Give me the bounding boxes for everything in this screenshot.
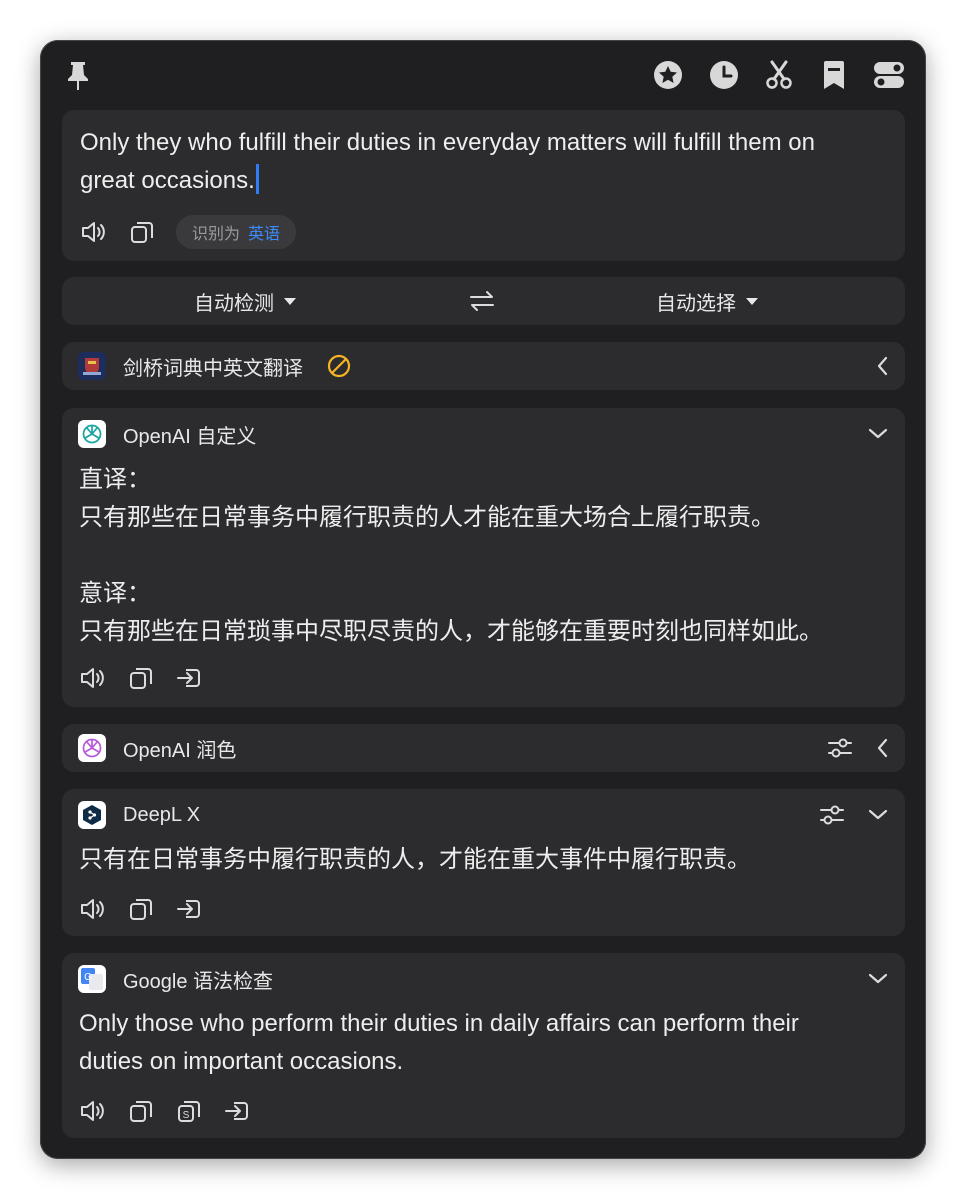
chevron-down-icon bbox=[746, 297, 758, 305]
text-caret bbox=[255, 164, 259, 194]
service-card-cambridge: 剑桥词典中英文翻译 bbox=[62, 342, 905, 390]
source-language-label: 自动检测 bbox=[194, 292, 274, 315]
input-card: Only they who fulfill their duties in ev… bbox=[62, 110, 905, 261]
chevron-down-icon[interactable] bbox=[867, 427, 889, 441]
service-card-deepl: DeepL X 只有在日常事务中履行职责的人，才能在重大事件中履行职责。 bbox=[62, 789, 905, 936]
google-translate-logo-icon: G bbox=[78, 965, 106, 993]
service-header[interactable]: OpenAI 润色 bbox=[78, 724, 889, 772]
detected-language-badge[interactable]: 识别为 英语 bbox=[176, 215, 297, 249]
chevron-down-icon bbox=[284, 297, 296, 305]
chevron-down-icon[interactable] bbox=[867, 808, 889, 822]
result-line: 意译： bbox=[79, 580, 151, 607]
service-name: DeepL X bbox=[123, 803, 201, 826]
result-line: 只有那些在日常琐事中尽职尽责的人，才能够在重要时刻也同样如此。 bbox=[79, 618, 823, 645]
disabled-icon bbox=[327, 354, 351, 378]
result-line: 只有那些在日常事务中履行职责的人才能在重大场合上履行职责。 bbox=[79, 504, 775, 531]
chevron-left-icon[interactable] bbox=[875, 737, 889, 759]
openai-logo-icon bbox=[78, 734, 106, 762]
translation-result: 只有在日常事务中履行职责的人，才能在重大事件中履行职责。 bbox=[79, 846, 751, 873]
language-bar: 自动检测 自动选择 bbox=[62, 277, 905, 325]
pin-icon[interactable] bbox=[61, 58, 95, 92]
speaker-icon[interactable] bbox=[80, 218, 108, 246]
history-icon[interactable] bbox=[707, 58, 741, 92]
svg-text:S: S bbox=[183, 1110, 190, 1121]
result-line: 直译： bbox=[79, 466, 151, 493]
service-name: OpenAI 自定义 bbox=[123, 425, 257, 448]
source-text-input[interactable]: Only they who fulfill their duties in ev… bbox=[80, 124, 875, 200]
service-name: OpenAI 润色 bbox=[123, 739, 237, 762]
chevron-left-icon[interactable] bbox=[875, 355, 889, 377]
copy-icon[interactable] bbox=[127, 1097, 155, 1125]
result-line: duties on important occasions. bbox=[79, 1048, 404, 1075]
app-window: Only they who fulfill their duties in ev… bbox=[40, 40, 926, 1159]
replace-icon[interactable]: S bbox=[175, 1097, 203, 1125]
speaker-icon[interactable] bbox=[79, 895, 107, 923]
insert-icon[interactable] bbox=[175, 895, 203, 923]
chevron-down-icon[interactable] bbox=[867, 972, 889, 986]
service-name: 剑桥词典中英文翻译 bbox=[123, 357, 303, 380]
detected-language: 英语 bbox=[248, 226, 281, 243]
openai-logo-icon bbox=[78, 420, 106, 448]
swap-languages-button[interactable] bbox=[469, 277, 495, 325]
translation-result: 直译： 只有那些在日常事务中履行职责的人才能在重大场合上履行职责。 意译： 只有… bbox=[79, 461, 885, 651]
target-language-select[interactable]: 自动选择 bbox=[656, 277, 758, 325]
service-header[interactable]: 剑桥词典中英文翻译 bbox=[78, 342, 889, 390]
service-header[interactable]: DeepL X bbox=[78, 789, 889, 841]
sliders-icon[interactable] bbox=[827, 737, 853, 759]
service-name: Google 语法检查 bbox=[123, 970, 274, 993]
source-language-select[interactable]: 自动检测 bbox=[194, 277, 296, 325]
service-header[interactable]: G Google 语法检查 bbox=[78, 953, 889, 1005]
bookmark-icon[interactable] bbox=[817, 58, 851, 92]
titlebar bbox=[40, 40, 926, 110]
copy-icon[interactable] bbox=[128, 218, 156, 246]
service-header[interactable]: OpenAI 自定义 bbox=[78, 408, 889, 460]
result-blank-line bbox=[79, 537, 885, 575]
copy-icon[interactable] bbox=[127, 895, 155, 923]
toggle-icon[interactable] bbox=[872, 58, 906, 92]
detect-prefix: 识别为 bbox=[192, 226, 241, 243]
speaker-icon[interactable] bbox=[79, 1097, 107, 1125]
service-card-openai-polish: OpenAI 润色 bbox=[62, 724, 905, 772]
result-line: Only those who perform their duties in d… bbox=[79, 1010, 799, 1037]
swap-icon bbox=[470, 291, 494, 311]
svg-text:G: G bbox=[84, 972, 92, 983]
deepl-logo-icon bbox=[78, 801, 106, 829]
speaker-icon[interactable] bbox=[79, 664, 107, 692]
sliders-icon[interactable] bbox=[819, 804, 845, 826]
service-card-openai-custom: OpenAI 自定义 直译： 只有那些在日常事务中履行职责的人才能在重大场合上履… bbox=[62, 408, 905, 707]
insert-icon[interactable] bbox=[175, 664, 203, 692]
insert-icon[interactable] bbox=[223, 1097, 251, 1125]
cambridge-logo-icon bbox=[78, 352, 106, 380]
grammar-result: Only those who perform their duties in d… bbox=[79, 1005, 885, 1081]
service-card-google-grammar: G Google 语法检查 Only those who perform the… bbox=[62, 953, 905, 1138]
target-language-label: 自动选择 bbox=[656, 292, 736, 315]
copy-icon[interactable] bbox=[127, 664, 155, 692]
star-icon[interactable] bbox=[651, 58, 685, 92]
scissors-icon[interactable] bbox=[762, 58, 796, 92]
